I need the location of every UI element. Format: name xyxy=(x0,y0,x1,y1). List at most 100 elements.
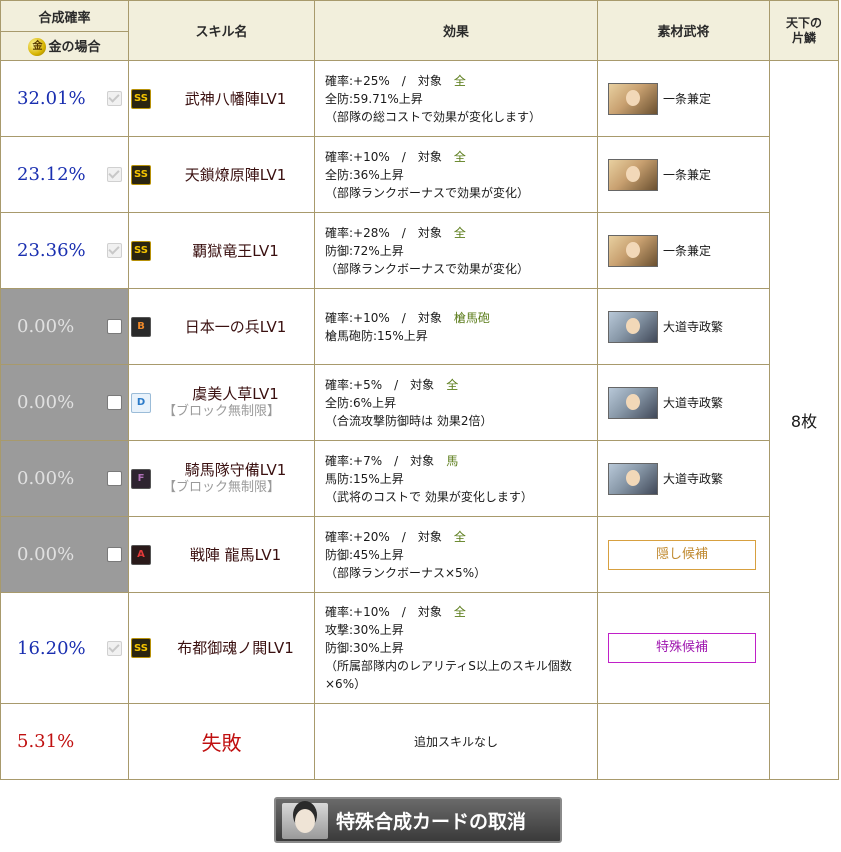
effect-target: 槍馬砲 xyxy=(453,310,490,325)
skill-name: 覇獄竜王LV1 xyxy=(192,241,279,260)
general-portrait-icon[interactable] xyxy=(608,82,658,115)
general-portrait-icon[interactable] xyxy=(608,462,658,495)
effect-cell: 確率:+20% / 対象 全防御:45%上昇 （部隊ランクボーナス×5%） xyxy=(314,516,598,593)
gold-case-label: 金の場合 xyxy=(48,39,101,55)
effect-cell: 確率:+5% / 対象 全全防:6%上昇 （合流攻撃防御時は 効果2倍） xyxy=(314,364,598,441)
effect-target: 馬 xyxy=(446,453,459,468)
skill-cell: SS 武神八幡陣LV1 xyxy=(128,60,315,137)
no-skill-label: 追加スキルなし xyxy=(314,703,598,780)
select-checkbox[interactable] xyxy=(107,319,122,334)
skill-cell: B 日本一の兵LV1 xyxy=(128,288,315,365)
rate-cell: 0.00% xyxy=(0,516,129,593)
rate-cell: 16.20% xyxy=(0,592,129,704)
effect-detail: 防御:72%上昇 xyxy=(325,243,404,258)
material-general-name: 大道寺政繁 xyxy=(663,320,724,334)
select-checkbox[interactable] xyxy=(107,243,122,258)
fail-rate-value: 5.31% xyxy=(17,731,75,752)
effect-note: （武将のコストで 効果が変化します） xyxy=(325,489,533,504)
skill-row: 0.00% D 虞美人草LV1 【ブロック無制限】 確率:+5% / 対象 全全防:6%… xyxy=(0,364,839,441)
skill-row: 32.01% SS 武神八幡陣LV1 確率:+25% / 対象 全全防:59.71%上… xyxy=(0,60,839,780)
material-cell: 大道寺政繁 xyxy=(597,288,770,365)
effect-rate: 確率:+5% / 対象 xyxy=(325,377,447,392)
effect-rate: 確率:+28% / 対象 xyxy=(325,225,454,240)
effect-detail: 槍馬砲防:15%上昇 xyxy=(325,328,428,343)
candidate-button[interactable]: 隠し候補 xyxy=(608,539,756,570)
cancel-special-card-button[interactable]: 特殊合成カードの取消 xyxy=(274,797,562,843)
effect-rate: 確率:+20% / 対象 xyxy=(325,529,454,544)
rank-a-icon: A xyxy=(131,544,151,565)
fail-row: 5.31% 失敗 追加スキルなし xyxy=(0,703,839,780)
effect-cell: 確率:+10% / 対象 全攻撃:30%上昇 防御:30%上昇 （所属部隊内のレアリ… xyxy=(314,592,598,704)
effect-note-2: （所属部隊内のレアリティS以上のスキル個数×6%） xyxy=(325,659,572,691)
rate-cell: 32.01% xyxy=(0,60,129,137)
skill-cell: SS 天鎖燎原陣LV1 xyxy=(128,136,315,213)
effect-cell: 確率:+10% / 対象 槍馬砲 槍馬砲防:15%上昇 xyxy=(314,288,598,365)
rate-cell: 0.00% xyxy=(0,288,129,365)
effect-detail: 全防:6%上昇 xyxy=(325,395,397,410)
material-general-name: 一条兼定 xyxy=(663,168,712,182)
skill-row: 23.36% SS 覇獄竜王LV1 確率:+28% / 対象 全防御:72%上昇 （部隊… xyxy=(0,212,839,289)
material-cell: 一条兼定 xyxy=(597,60,770,137)
effect-target: 全 xyxy=(453,149,466,164)
material-header: 素材武将 xyxy=(597,0,770,61)
select-checkbox[interactable] xyxy=(107,640,122,656)
skill-cell: A 戦陣 龍馬LV1 xyxy=(128,516,315,593)
select-checkbox[interactable] xyxy=(107,547,122,562)
effect-target: 全 xyxy=(446,377,459,392)
skill-cell: F 騎馬隊守備LV1 【ブロック無制限】 xyxy=(128,440,315,517)
skill-row: 0.00% F 騎馬隊守備LV1 【ブロック無制限】 確率:+7% / 対象 馬馬防:1… xyxy=(0,440,839,517)
rate-cell: 23.12% xyxy=(0,136,129,213)
rate-value: 0.00% xyxy=(17,544,75,565)
effect-cell: 確率:+7% / 対象 馬馬防:15%上昇 （武将のコストで 効果が変化します） xyxy=(314,440,598,517)
shard-header-line2: 片鱗 xyxy=(791,30,816,45)
general-portrait-icon[interactable] xyxy=(608,158,658,191)
gold-coin-icon: 金 xyxy=(28,38,47,57)
effect-target: 全 xyxy=(453,605,466,619)
material-general-name: 大道寺政繁 xyxy=(663,472,724,486)
select-checkbox[interactable] xyxy=(107,91,122,106)
effect-detail: 馬防:15%上昇 xyxy=(325,471,404,486)
rate-value: 23.36% xyxy=(17,240,86,261)
rate-value: 32.01% xyxy=(17,88,86,109)
rate-value: 16.20% xyxy=(17,637,86,659)
rate-value: 0.00% xyxy=(17,316,75,337)
select-checkbox[interactable] xyxy=(107,395,122,410)
select-checkbox[interactable] xyxy=(107,471,122,486)
character-avatar-icon xyxy=(282,803,328,839)
rate-value: 23.12% xyxy=(17,164,86,185)
effect-note: （部隊ランクボーナスで効果が変化） xyxy=(325,261,530,276)
effect-detail: 攻撃:30%上昇 xyxy=(325,623,404,637)
effect-note: 防御:30%上昇 xyxy=(325,641,404,655)
effect-cell: 確率:+25% / 対象 全全防:59.71%上昇 （部隊の総コストで効果が変化し… xyxy=(314,60,598,137)
effect-note: （合流攻撃防御時は 効果2倍） xyxy=(325,413,493,428)
skill-note: 【ブロック無制限】 xyxy=(162,479,280,495)
skill-note: 【ブロック無制限】 xyxy=(162,403,280,419)
rank-ss-icon: SS xyxy=(131,638,151,658)
skill-cell: SS 布都御魂ノ閧LV1 xyxy=(128,592,315,704)
effect-rate: 確率:+7% / 対象 xyxy=(325,453,447,468)
effect-target: 全 xyxy=(453,529,466,544)
effect-cell: 確率:+10% / 対象 全全防:36%上昇 （部隊ランクボーナスで効果が変化） xyxy=(314,136,598,213)
rate-cell: 23.36% xyxy=(0,212,129,289)
rank-ss-icon: SS xyxy=(131,88,151,109)
effect-header: 効果 xyxy=(314,0,598,61)
rate-value: 0.00% xyxy=(17,468,75,489)
effect-target: 全 xyxy=(453,225,466,240)
general-portrait-icon[interactable] xyxy=(608,310,658,343)
effect-note: （部隊ランクボーナスで効果が変化） xyxy=(325,185,530,200)
cancel-button-label: 特殊合成カードの取消 xyxy=(336,810,527,833)
material-cell: 大道寺政繁 xyxy=(597,440,770,517)
synthesis-table: 合成確率 スキル名 効果 素材武将 天下の 片鱗 金金の場合 32.01% SS 武… xyxy=(0,0,839,780)
material-cell: 特殊候補 xyxy=(597,592,770,704)
effect-note: （部隊の総コストで効果が変化します） xyxy=(325,109,542,124)
effect-rate: 確率:+25% / 対象 xyxy=(325,73,454,88)
candidate-button[interactable]: 特殊候補 xyxy=(608,633,756,663)
fail-rate-cell: 5.31% xyxy=(0,703,129,780)
rate-value: 0.00% xyxy=(17,392,75,413)
skill-name: 虞美人草LV1 xyxy=(192,384,279,403)
effect-target: 全 xyxy=(453,73,466,88)
select-checkbox[interactable] xyxy=(107,167,122,182)
general-portrait-icon[interactable] xyxy=(608,386,658,419)
general-portrait-icon[interactable] xyxy=(608,234,658,267)
effect-rate: 確率:+10% / 対象 xyxy=(325,149,454,164)
